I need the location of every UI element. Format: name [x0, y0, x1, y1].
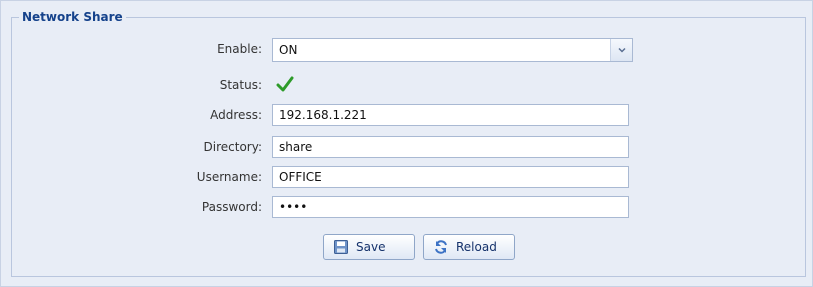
password-row: Password:	[1, 196, 813, 220]
fieldset-legend: Network Share	[19, 10, 126, 24]
username-label: Username:	[196, 170, 262, 184]
directory-input[interactable]	[272, 136, 629, 158]
username-row: Username:	[1, 166, 813, 190]
address-label: Address:	[210, 108, 262, 122]
floppy-disk-icon	[332, 238, 350, 256]
address-input[interactable]	[272, 104, 629, 126]
reload-button[interactable]: Reload	[423, 234, 515, 260]
status-label: Status:	[219, 78, 262, 92]
enable-select-value: ON	[279, 43, 298, 57]
password-input[interactable]	[272, 196, 629, 218]
refresh-icon	[432, 238, 450, 256]
directory-label: Directory:	[203, 140, 262, 154]
save-button-label: Save	[356, 240, 386, 254]
check-icon	[276, 76, 294, 92]
status-row: Status:	[1, 74, 813, 98]
password-label: Password:	[201, 200, 262, 214]
enable-dropdown-trigger[interactable]	[610, 39, 632, 61]
enable-label: Enable:	[217, 42, 262, 56]
reload-button-label: Reload	[456, 240, 497, 254]
address-row: Address:	[1, 104, 813, 128]
chevron-down-icon	[617, 47, 626, 53]
enable-select[interactable]: ON	[272, 38, 633, 62]
save-button[interactable]: Save	[323, 234, 415, 260]
directory-row: Directory:	[1, 136, 813, 160]
button-row: Save Reload	[1, 234, 813, 260]
username-input[interactable]	[272, 166, 629, 188]
network-share-panel: Network Share Enable: ON Status: Address…	[0, 0, 813, 287]
enable-row: Enable: ON	[1, 38, 813, 62]
